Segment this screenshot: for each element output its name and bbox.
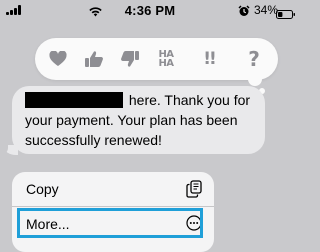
question-mark-icon: ? [248, 47, 260, 71]
battery-percent: 34% [254, 3, 279, 17]
copy-icon [186, 180, 202, 198]
alarm-icon [238, 4, 250, 16]
copy-label: Copy [26, 181, 59, 197]
heart-icon [49, 51, 67, 66]
haha-icon: HA HA [158, 50, 174, 69]
more-menu-item[interactable]: More... [12, 207, 214, 241]
tapback-bar-tail [248, 72, 262, 86]
message-text-container: here. Thank you for your payment. Your p… [25, 90, 265, 150]
more-label: More... [26, 216, 70, 232]
battery-icon [276, 6, 295, 19]
ellipsis-circle-icon [186, 215, 202, 233]
thumbs-down-icon [121, 51, 139, 67]
status-bar: 4:36 PM 34% [0, 0, 300, 22]
double-exclamation-icon: !! [203, 49, 216, 69]
thumbs-down-reaction-button[interactable] [116, 45, 144, 73]
question-reaction-button[interactable]: ? [240, 45, 268, 73]
redacted-text-block [25, 92, 123, 108]
thumbs-up-reaction-button[interactable] [80, 45, 108, 73]
copy-menu-item[interactable]: Copy [12, 172, 214, 206]
heart-reaction-button[interactable] [44, 45, 72, 73]
haha-reaction-button[interactable]: HA HA [152, 45, 180, 73]
context-menu: Copy More... [12, 172, 214, 252]
thumbs-up-icon [85, 51, 103, 67]
haha-text-bottom: HA [158, 58, 174, 69]
tapback-bar: HA HA !! ? [35, 38, 278, 80]
emphasize-reaction-button[interactable]: !! [195, 45, 223, 73]
